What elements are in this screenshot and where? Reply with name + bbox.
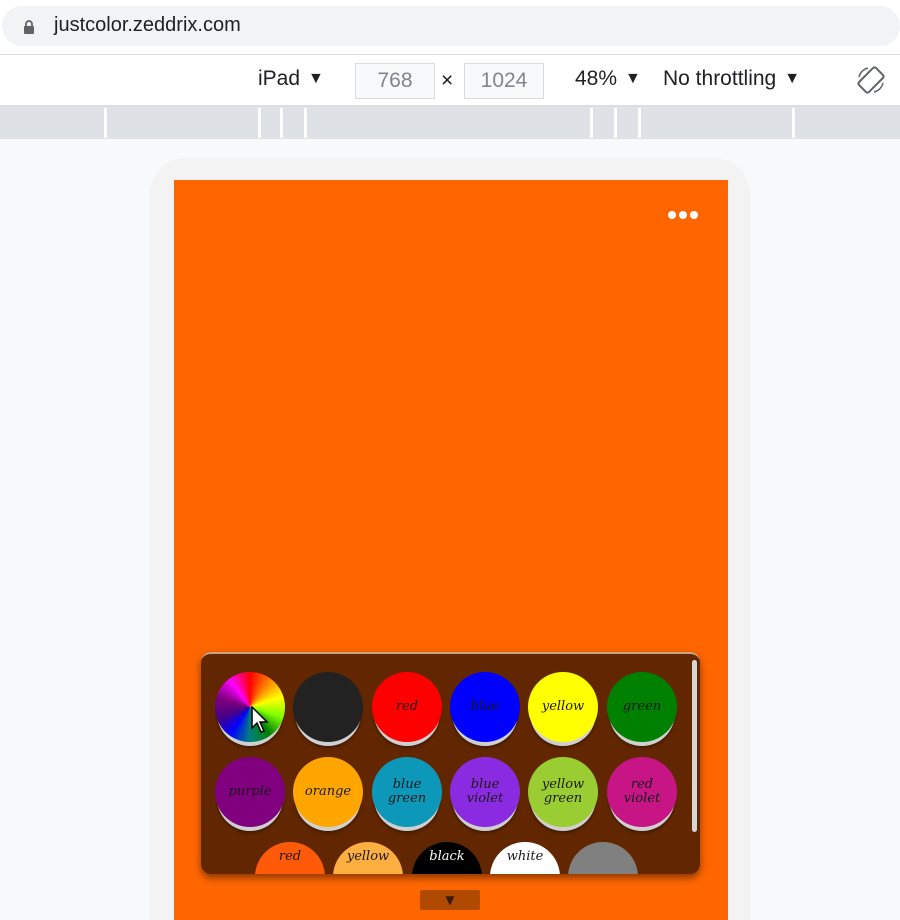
color-pot-gray[interactable] [568,842,638,874]
throttling-value: No throttling [663,67,777,90]
color-wheel-pot[interactable] [215,672,285,748]
url-text: justcolor.zeddrix.com [54,14,241,36]
color-pot-label: blue [450,672,520,742]
color-pot-label: red violet [607,757,677,827]
mouse-cursor-icon [251,706,269,733]
color-pot-label: red [372,672,442,742]
width-input[interactable]: 768 [355,63,435,99]
media-query-ruler [0,106,900,139]
color-pot-label: yellow [528,672,598,742]
color-pot-red-violet[interactable]: red violet [607,757,677,833]
chevron-down-icon: ▼ [784,70,801,87]
ruler-divider [258,108,261,138]
ruler-divider [304,108,307,138]
color-pot-red-orange[interactable]: red [255,842,325,874]
ruler-divider [590,108,593,138]
color-pot-green[interactable]: green [607,672,677,748]
color-pot-label: blue green [372,757,442,827]
ruler-divider [614,108,617,138]
color-pot-yellow[interactable]: yellow [528,672,598,748]
color-pot-label: orange [293,757,363,827]
color-pot-black-label[interactable]: black [412,842,482,874]
color-pot-label: white [490,842,560,874]
color-wheel-icon [215,672,285,742]
throttling-select[interactable]: No throttling ▼ [663,67,800,91]
color-pot-paint [293,672,363,742]
chevron-down-icon: ▼ [308,70,324,87]
color-pot-label: green [607,672,677,742]
color-pot-label: yellow green [528,757,598,827]
zoom-select[interactable]: 48% ▼ [575,67,641,91]
address-bar[interactable]: justcolor.zeddrix.com [2,6,900,46]
color-pot-purple[interactable]: purple [215,757,285,833]
color-pot-label: red [255,842,325,874]
chevron-down-icon: ▼ [625,70,641,87]
zoom-value: 48% [575,67,618,90]
ruler-divider [792,108,795,138]
rotate-icon[interactable] [856,65,886,95]
ruler-divider [638,108,641,138]
color-pot-label: black [412,842,482,874]
palette-scrollbar[interactable] [692,660,697,832]
color-pot-yellow-green[interactable]: yellow green [528,757,598,833]
lock-icon [24,20,34,34]
address-bar-area: justcolor.zeddrix.com [0,0,900,54]
color-pot-yellow-orange[interactable]: yellow [333,842,403,874]
color-pot-black[interactable] [293,672,363,748]
device-name: iPad [258,67,301,90]
dimension-separator: × [441,69,454,92]
color-pot-red[interactable]: red [372,672,442,748]
color-pot-blue[interactable]: blue [450,672,520,748]
color-pot-label: blue violet [450,757,520,827]
color-pot-blue-green[interactable]: blue green [372,757,442,833]
ruler-divider [104,108,107,138]
color-pot-label [568,842,638,874]
app-screen[interactable]: red blue yellow green purple orange blue… [174,180,728,920]
color-pot-label: yellow [333,842,403,874]
palette-toggle-button[interactable]: ▼ [420,890,480,910]
device-select[interactable]: iPad ▼ [258,67,324,91]
color-palette: red blue yellow green purple orange blue… [201,652,700,874]
ruler-divider [280,108,283,138]
color-pot-blue-violet[interactable]: blue violet [450,757,520,833]
more-options-icon[interactable] [668,204,704,219]
color-pot-label: purple [215,757,285,827]
height-input[interactable]: 1024 [464,63,544,99]
device-toolbar: iPad ▼ 768 × 1024 48% ▼ No throttling ▼ [0,54,900,106]
color-pot-orange[interactable]: orange [293,757,363,833]
color-pot-white[interactable]: white [490,842,560,874]
